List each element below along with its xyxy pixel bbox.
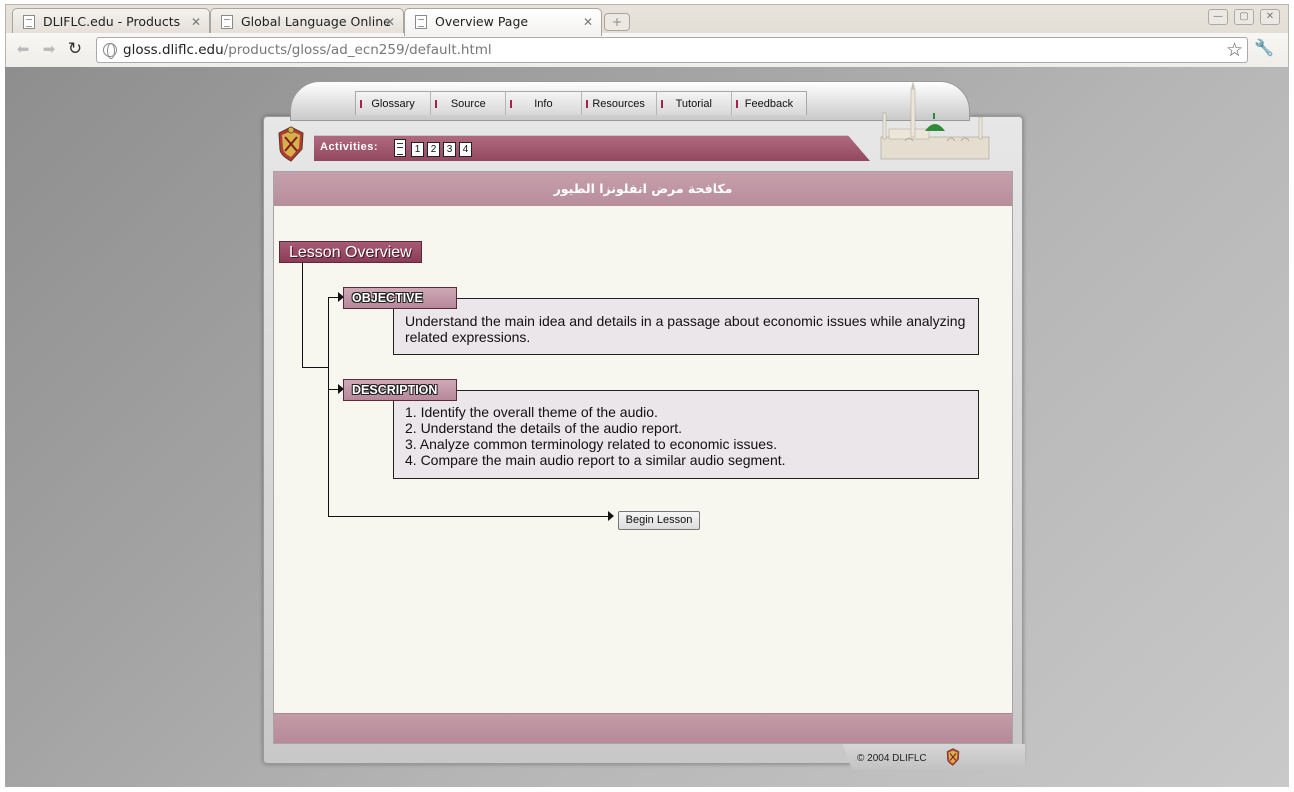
lesson-content: مكافحة مرض انفلونزا الطيور Lesson Overvi… <box>273 171 1013 744</box>
arabic-lesson-title: مكافحة مرض انفلونزا الطيور <box>553 181 733 196</box>
tab-dliflc-products[interactable]: DLIFLC.edu - Products ✕ <box>12 8 210 34</box>
activity-1-button[interactable]: 1 <box>411 142 424 157</box>
connector-line <box>328 297 329 517</box>
nav-glossary[interactable]: Glossary <box>356 92 432 115</box>
page-viewport: Glossary Source Info Resources Tutorial … <box>5 67 1289 787</box>
lesson-title-bar: مكافحة مرض انفلونزا الطيور <box>274 172 1012 206</box>
page-icon <box>221 15 233 29</box>
tab-title: Global Language Online <box>241 14 391 29</box>
nav-source[interactable]: Source <box>431 92 507 115</box>
nav-tutorial[interactable]: Tutorial <box>657 92 732 115</box>
nav-feedback[interactable]: Feedback <box>732 92 806 115</box>
description-header: DESCRIPTION <box>343 379 457 401</box>
activities-bar: Activities: 1 2 3 4 <box>314 135 870 161</box>
nav-resources[interactable]: Resources <box>582 92 657 115</box>
wrench-icon[interactable]: 🔧 <box>1254 38 1274 57</box>
tab-title: DLIFLC.edu - Products <box>43 14 181 29</box>
url-path: /products/gloss/ad_ecn259/default.html <box>223 42 492 58</box>
top-navigation: Glossary Source Info Resources Tutorial … <box>355 91 807 115</box>
arrow-right-icon <box>608 511 614 521</box>
copyright-text: © 2004 DLIFLC <box>857 753 927 764</box>
description-item: 4. Compare the main audio report to a si… <box>405 452 786 468</box>
connector-line <box>328 516 608 517</box>
dliflc-crest-icon <box>278 126 304 162</box>
description-item: 1. Identify the overall theme of the aud… <box>405 404 658 420</box>
activity-4-button[interactable]: 4 <box>459 142 472 157</box>
reload-icon[interactable]: ↻ <box>64 38 86 60</box>
description-list: 1. Identify the overall theme of the aud… <box>405 404 967 468</box>
description-item: 2. Understand the details of the audio r… <box>405 420 683 436</box>
activity-3-button[interactable]: 3 <box>443 142 456 157</box>
forward-arrow-icon[interactable]: ➡ <box>38 38 60 60</box>
lesson-bottom-bar <box>274 713 1012 743</box>
connector-line <box>328 389 338 390</box>
address-bar[interactable]: gloss.dliflc.edu/products/gloss/ad_ecn25… <box>96 37 1248 63</box>
overview-document-icon[interactable] <box>394 139 406 157</box>
objective-header: OBJECTIVE <box>343 287 457 309</box>
window-close-button[interactable]: ✕ <box>1260 9 1280 25</box>
nav-info[interactable]: Info <box>506 92 582 115</box>
bookmark-star-icon[interactable]: ☆ <box>1226 38 1243 62</box>
close-icon[interactable]: ✕ <box>385 9 395 34</box>
url-host: gloss.dliflc.edu <box>123 42 224 58</box>
begin-lesson-button[interactable]: Begin Lesson <box>618 511 700 530</box>
maximize-button[interactable]: ▢ <box>1234 9 1254 25</box>
tab-title: Overview Page <box>435 14 529 29</box>
back-arrow-icon[interactable]: ⬅ <box>12 38 34 60</box>
browser-toolbar: ⬅ ➡ ↻ gloss.dliflc.edu/products/gloss/ad… <box>5 33 1289 67</box>
activities-label: Activities: <box>320 141 379 153</box>
description-item: 3. Analyze common terminology related to… <box>405 436 777 452</box>
page-icon <box>415 15 427 29</box>
objective-text: Understand the main idea and details in … <box>405 313 966 345</box>
lesson-overview-heading: Lesson Overview <box>279 241 422 263</box>
close-icon[interactable]: ✕ <box>191 9 201 34</box>
page-icon <box>23 15 35 29</box>
mosque-illustration <box>880 81 990 160</box>
connector-line <box>302 263 303 368</box>
minimize-button[interactable]: — <box>1208 9 1228 25</box>
connector-line <box>302 367 328 368</box>
new-tab-button[interactable]: + <box>604 13 630 31</box>
description-panel: 1. Identify the overall theme of the aud… <box>393 390 979 479</box>
tab-global-language-online[interactable]: Global Language Online ✕ <box>210 8 404 34</box>
tab-overview-page[interactable]: Overview Page ✕ <box>404 8 602 36</box>
activity-2-button[interactable]: 2 <box>427 142 440 157</box>
connector-line <box>328 297 338 298</box>
globe-icon <box>103 43 117 59</box>
dliflc-crest-icon <box>946 748 960 766</box>
objective-panel: Understand the main idea and details in … <box>393 298 979 355</box>
close-icon[interactable]: ✕ <box>583 9 593 35</box>
